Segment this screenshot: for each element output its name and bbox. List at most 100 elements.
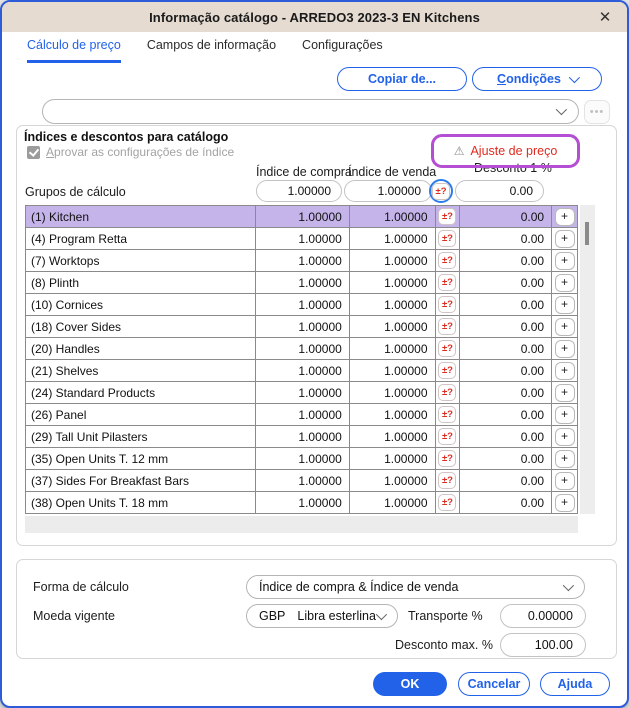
help-button[interactable]: Ajuda — [540, 672, 610, 696]
row-desconto-value[interactable]: 0.00 — [459, 272, 551, 293]
row-desconto-value[interactable]: 0.00 — [459, 206, 551, 227]
table-row[interactable]: (35) Open Units T. 12 mm 1.00000 1.00000… — [25, 448, 578, 470]
more-options-button[interactable]: ••• — [584, 100, 610, 124]
scrollbar-thumb[interactable] — [585, 222, 589, 245]
row-compra-value[interactable]: 1.00000 — [255, 316, 349, 337]
row-plusminus-button[interactable]: ±? — [438, 230, 456, 247]
row-compra-value[interactable]: 1.00000 — [255, 470, 349, 491]
row-plusminus-button[interactable]: ±? — [438, 296, 456, 313]
row-venda-value[interactable]: 1.00000 — [349, 360, 435, 381]
row-add-button[interactable]: + — [555, 472, 575, 490]
row-add-button[interactable]: + — [555, 494, 575, 512]
row-add-button[interactable]: + — [555, 362, 575, 380]
row-venda-value[interactable]: 1.00000 — [349, 294, 435, 315]
row-plusminus-button[interactable]: ±? — [438, 450, 456, 467]
ok-button[interactable]: OK — [373, 672, 447, 696]
row-add-button[interactable]: + — [555, 274, 575, 292]
row-desconto-value[interactable]: 0.00 — [459, 404, 551, 425]
approve-index-settings-checkbox[interactable]: Aprovar as configurações de índice — [27, 145, 234, 159]
row-plusminus-button[interactable]: ±? — [438, 384, 456, 401]
row-plusminus-button[interactable]: ±? — [438, 406, 456, 423]
catalog-combobox[interactable] — [42, 99, 579, 124]
row-compra-value[interactable]: 1.00000 — [255, 206, 349, 227]
table-row[interactable]: (4) Program Retta 1.00000 1.00000 ±? 0.0… — [25, 228, 578, 250]
table-row[interactable]: (29) Tall Unit Pilasters 1.00000 1.00000… — [25, 426, 578, 448]
row-add-button[interactable]: + — [555, 296, 575, 314]
moeda-vigente-dropdown[interactable]: GBP Libra esterlina — [246, 604, 398, 628]
row-add-button[interactable]: + — [555, 450, 575, 468]
row-add-button[interactable]: + — [555, 252, 575, 270]
table-row[interactable]: (26) Panel 1.00000 1.00000 ±? 0.00 + — [25, 404, 578, 426]
table-vertical-scrollbar[interactable] — [580, 205, 595, 514]
copy-from-button[interactable]: Copiar de... — [337, 67, 467, 91]
row-desconto-value[interactable]: 0.00 — [459, 294, 551, 315]
row-add-button[interactable]: + — [555, 208, 575, 226]
table-row[interactable]: (8) Plinth 1.00000 1.00000 ±? 0.00 + — [25, 272, 578, 294]
table-row[interactable]: (1) Kitchen 1.00000 1.00000 ±? 0.00 + — [25, 206, 578, 228]
row-venda-value[interactable]: 1.00000 — [349, 448, 435, 469]
row-compra-value[interactable]: 1.00000 — [255, 404, 349, 425]
table-row[interactable]: (21) Shelves 1.00000 1.00000 ±? 0.00 + — [25, 360, 578, 382]
tab-calculo-de-preco[interactable]: Cálculo de preço — [27, 38, 121, 63]
table-row[interactable]: (20) Handles 1.00000 1.00000 ±? 0.00 + — [25, 338, 578, 360]
row-desconto-value[interactable]: 0.00 — [459, 492, 551, 513]
row-venda-value[interactable]: 1.00000 — [349, 316, 435, 337]
row-desconto-value[interactable]: 0.00 — [459, 470, 551, 491]
row-venda-value[interactable]: 1.00000 — [349, 228, 435, 249]
row-add-button[interactable]: + — [555, 230, 575, 248]
row-compra-value[interactable]: 1.00000 — [255, 228, 349, 249]
row-add-button[interactable]: + — [555, 406, 575, 424]
table-horizontal-scrollbar[interactable] — [25, 516, 578, 533]
row-plusminus-button[interactable]: ±? — [438, 362, 456, 379]
row-compra-value[interactable]: 1.00000 — [255, 338, 349, 359]
forma-de-calculo-dropdown[interactable]: Índice de compra & Índice de venda — [246, 575, 585, 599]
row-add-button[interactable]: + — [555, 318, 575, 336]
row-venda-value[interactable]: 1.00000 — [349, 426, 435, 447]
row-venda-value[interactable]: 1.00000 — [349, 470, 435, 491]
row-venda-value[interactable]: 1.00000 — [349, 404, 435, 425]
row-venda-value[interactable]: 1.00000 — [349, 338, 435, 359]
row-add-button[interactable]: + — [555, 428, 575, 446]
row-desconto-value[interactable]: 0.00 — [459, 250, 551, 271]
table-row[interactable]: (18) Cover Sides 1.00000 1.00000 ±? 0.00… — [25, 316, 578, 338]
tab-campos-de-informacao[interactable]: Campos de informação — [147, 38, 276, 63]
header-venda-input[interactable]: 1.00000 — [344, 180, 432, 202]
row-venda-value[interactable]: 1.00000 — [349, 492, 435, 513]
row-desconto-value[interactable]: 0.00 — [459, 338, 551, 359]
transporte-input[interactable]: 0.00000 — [500, 604, 586, 628]
row-compra-value[interactable]: 1.00000 — [255, 448, 349, 469]
row-compra-value[interactable]: 1.00000 — [255, 492, 349, 513]
row-venda-value[interactable]: 1.00000 — [349, 206, 435, 227]
desconto-max-input[interactable]: 100.00 — [500, 633, 586, 657]
row-plusminus-button[interactable]: ±? — [438, 208, 456, 225]
row-compra-value[interactable]: 1.00000 — [255, 250, 349, 271]
row-add-button[interactable]: + — [555, 384, 575, 402]
row-compra-value[interactable]: 1.00000 — [255, 382, 349, 403]
header-desconto-input[interactable]: 0.00 — [455, 180, 544, 202]
row-add-button[interactable]: + — [555, 340, 575, 358]
table-row[interactable]: (37) Sides For Breakfast Bars 1.00000 1.… — [25, 470, 578, 492]
table-row[interactable]: (24) Standard Products 1.00000 1.00000 ±… — [25, 382, 578, 404]
row-compra-value[interactable]: 1.00000 — [255, 272, 349, 293]
row-plusminus-button[interactable]: ±? — [438, 318, 456, 335]
row-plusminus-button[interactable]: ±? — [438, 472, 456, 489]
header-compra-input[interactable]: 1.00000 — [256, 180, 342, 202]
conditions-button[interactable]: Condições — [472, 67, 602, 91]
row-venda-value[interactable]: 1.00000 — [349, 382, 435, 403]
row-compra-value[interactable]: 1.00000 — [255, 360, 349, 381]
table-row[interactable]: (38) Open Units T. 18 mm 1.00000 1.00000… — [25, 492, 578, 514]
row-desconto-value[interactable]: 0.00 — [459, 316, 551, 337]
row-plusminus-button[interactable]: ±? — [438, 340, 456, 357]
row-plusminus-button[interactable]: ±? — [438, 274, 456, 291]
header-plusminus-button[interactable]: ±? — [432, 183, 450, 200]
tab-configuracoes[interactable]: Configurações — [302, 38, 383, 63]
row-compra-value[interactable]: 1.00000 — [255, 426, 349, 447]
table-row[interactable]: (10) Cornices 1.00000 1.00000 ±? 0.00 + — [25, 294, 578, 316]
row-desconto-value[interactable]: 0.00 — [459, 448, 551, 469]
row-venda-value[interactable]: 1.00000 — [349, 250, 435, 271]
row-desconto-value[interactable]: 0.00 — [459, 382, 551, 403]
row-desconto-value[interactable]: 0.00 — [459, 360, 551, 381]
row-plusminus-button[interactable]: ±? — [438, 252, 456, 269]
row-plusminus-button[interactable]: ±? — [438, 428, 456, 445]
row-venda-value[interactable]: 1.00000 — [349, 272, 435, 293]
